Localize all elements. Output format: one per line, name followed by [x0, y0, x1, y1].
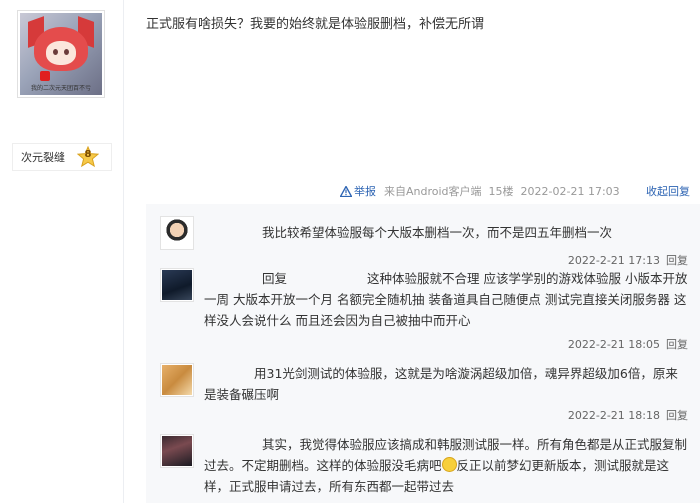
reply-avatar[interactable]: [160, 216, 194, 250]
author-column: 我的二次元天团百不亏 次元裂缝 8: [0, 0, 124, 503]
post-source[interactable]: 来自Android客户端: [384, 183, 482, 199]
reply-item: 用31光剑测试的体验服，这就是为啥漩涡超级加倍，魂异界超级加6倍，原来是装备碾压…: [146, 361, 700, 427]
reply-text: 用31光剑测试的体验服，这就是为啥漩涡超级加倍，魂异界超级加6倍，原来是装备碾压…: [204, 366, 678, 402]
reply-time: 2022-2-21 18:05: [567, 338, 660, 351]
toggle-replies-button[interactable]: 收起回复: [646, 183, 690, 199]
warning-icon: [340, 185, 352, 197]
post-datetime: 2022-02-21 17:03: [520, 184, 620, 198]
reply-button[interactable]: 回复: [666, 338, 688, 351]
reply-meta: 2022-2-21 18:05 回复: [568, 336, 688, 352]
level-number: 8: [84, 149, 92, 160]
post-meta: 举报 来自Android客户端 15楼 2022-02-21 17:03 收起回…: [340, 183, 690, 199]
reply-button[interactable]: 回复: [666, 409, 688, 422]
reply-item: 回复 这种体验服就不合理 应该学学别的游戏体验服 小版本开放一周 大版本开放一个月…: [146, 266, 700, 356]
level-badge: 8: [77, 146, 99, 168]
post-floor: 15楼: [488, 185, 514, 198]
report-button[interactable]: 举报: [340, 183, 376, 199]
reply-item: 其实，我觉得体验服应该搞成和韩服测试服一样。所有角色都是从正式服复制过去。不定期…: [146, 432, 700, 503]
author-avatar[interactable]: 我的二次元天团百不亏: [17, 10, 105, 98]
report-label: 举报: [354, 185, 376, 198]
reply-text: 我比较希望体验服每个大版本删档一次，而不是四五年删档一次: [262, 225, 613, 240]
avatar-caption: 我的二次元天团百不亏: [30, 85, 91, 92]
reply-text: 其实，我觉得体验服应该搞成和韩服测试服一样。所有角色都是从正式服复制过去。不定期…: [204, 437, 688, 494]
reply-avatar[interactable]: [160, 434, 194, 468]
reply-avatar[interactable]: [160, 268, 194, 302]
reply-item: 我比较希望体验服每个大版本删档一次，而不是四五年删档一次 2022-2-21 1…: [146, 216, 700, 270]
reply-meta: 2022-2-21 18:18 回复: [568, 407, 688, 423]
author-info: 次元裂缝 8: [12, 143, 112, 171]
author-username[interactable]: 次元裂缝: [21, 149, 65, 165]
reply-to-label: 回复: [262, 271, 288, 286]
reply-text: 回复 这种体验服就不合理 应该学学别的游戏体验服 小版本开放一周 大版本开放一个月…: [204, 271, 688, 328]
reply-avatar[interactable]: [160, 363, 194, 397]
smile-emoji-icon: [441, 457, 457, 472]
author-avatar-image: 我的二次元天团百不亏: [20, 13, 102, 95]
reply-time: 2022-2-21 18:18: [567, 409, 660, 422]
post-content: 正式服有啥损失？我要的始终就是体验服删档，补偿无所谓: [146, 17, 485, 32]
replies-panel: 我比较希望体验服每个大版本删档一次，而不是四五年删档一次 2022-2-21 1…: [146, 204, 700, 503]
